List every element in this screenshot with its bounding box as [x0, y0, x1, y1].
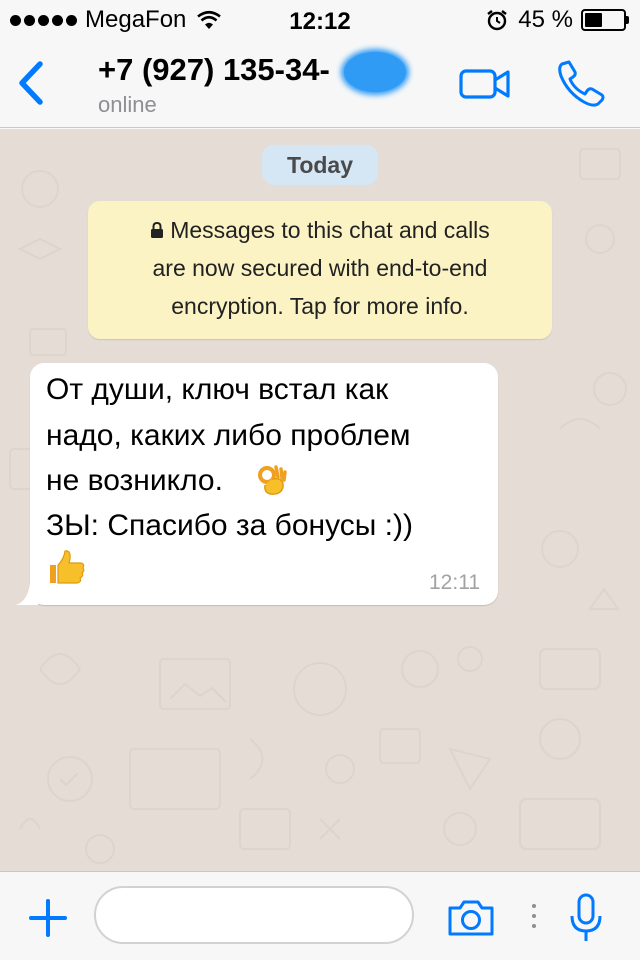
status-bar: MegaFon 12:12 45 %	[0, 0, 640, 40]
camera-icon[interactable]	[446, 898, 496, 938]
message-line-4: ЗЫ: Спасибо за бонусы :))	[46, 509, 413, 542]
encryption-notice-line-2: are now secured with end-to-end	[152, 255, 488, 281]
microphone-icon[interactable]	[566, 892, 606, 944]
message-timestamp: 12:11	[429, 571, 480, 594]
incoming-message-bubble[interactable]: От души, ключ встал как надо, каких либо…	[16, 363, 498, 605]
contact-info[interactable]: +7 (927) 135-34- online	[98, 52, 418, 118]
back-chevron-icon[interactable]	[12, 60, 48, 106]
chat-header: +7 (927) 135-34- online	[0, 40, 640, 128]
message-line-3: не возникло.	[46, 464, 223, 497]
contact-status: online	[98, 92, 157, 117]
battery-percentage: 45 %	[518, 6, 573, 33]
lock-icon	[151, 221, 164, 238]
message-line-2: надо, каких либо проблем	[46, 419, 411, 452]
redaction-scribble	[344, 52, 406, 92]
separator-dots	[530, 904, 538, 930]
plus-icon[interactable]	[28, 898, 68, 938]
ok-hand-icon	[258, 465, 287, 495]
status-bar-right: 45 %	[486, 6, 629, 33]
encryption-notice[interactable]: Messages to this chat and calls are now …	[88, 201, 552, 339]
video-camera-icon[interactable]	[458, 66, 512, 102]
chat-area[interactable]: Today Messages to this chat and calls ar…	[0, 129, 640, 871]
alarm-clock-icon	[487, 10, 508, 31]
thumbs-up-icon	[50, 550, 85, 584]
message-input-bar	[0, 871, 640, 960]
encryption-notice-line-3: encryption. Tap for more info.	[171, 293, 469, 319]
message-input[interactable]	[94, 886, 414, 944]
date-separator: Today	[262, 145, 378, 185]
message-line-1: От души, ключ встал как	[46, 373, 389, 406]
phone-icon[interactable]	[556, 58, 606, 108]
battery-fill	[585, 13, 602, 27]
battery-icon	[581, 9, 629, 31]
encryption-notice-line-1: Messages to this chat and calls	[88, 211, 552, 249]
bubble-tail	[16, 583, 38, 605]
